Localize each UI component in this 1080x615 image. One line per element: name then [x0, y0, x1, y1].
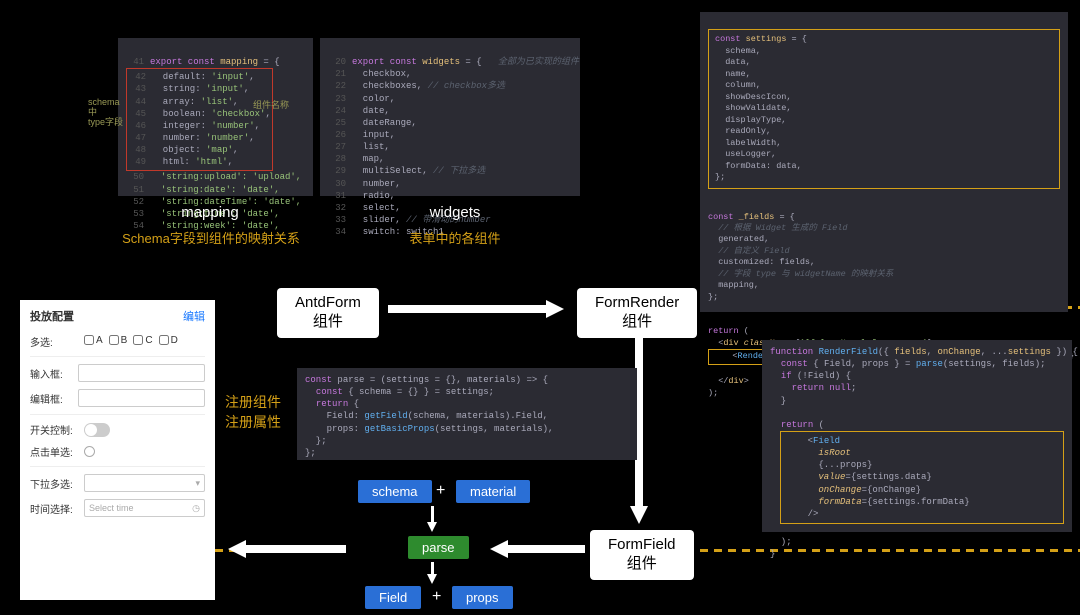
switch-toggle[interactable]	[84, 423, 110, 437]
arrow-parse-to-form	[228, 540, 343, 558]
node-formrender-sub: 组件	[595, 313, 679, 332]
time-input[interactable]: Select time◷	[84, 499, 205, 517]
code-renderfield: function RenderField({ fields, onChange,…	[762, 340, 1072, 532]
form-title: 投放配置	[30, 308, 74, 324]
row-switch: 开关控制:	[30, 422, 205, 437]
row-time: 时间选择: Select time◷	[30, 499, 205, 517]
code-settings: const settings = { schema, data, name, c…	[700, 12, 1068, 312]
caption-mapping-sub: Schema字段到组件的映射关系	[106, 228, 316, 247]
node-formfield-sub: 组件	[608, 555, 676, 574]
select-input[interactable]: ▾	[84, 474, 205, 492]
code-mapping: 41export const mapping = { 42 default: '…	[118, 38, 313, 196]
input-text[interactable]	[78, 364, 205, 382]
row-input: 输入框:	[30, 364, 205, 382]
editor-text[interactable]	[78, 389, 205, 407]
register-note-2: 注册属性	[225, 413, 281, 433]
chip-material: material	[456, 480, 530, 503]
row-editor: 编辑框:	[30, 389, 205, 407]
radio-input[interactable]	[84, 446, 95, 457]
clock-icon: ◷	[192, 503, 200, 514]
register-note-1: 注册组件	[225, 393, 281, 413]
chip-props: props	[452, 586, 513, 609]
code-parse: const parse = (settings = {}, materials)…	[297, 368, 637, 460]
map-left-label: schema中type字段	[88, 98, 124, 128]
plus-1: +	[436, 482, 445, 500]
arrow-formfield-to-parse	[490, 540, 585, 558]
plus-2: +	[432, 588, 441, 606]
caption-widgets: widgets	[395, 204, 515, 221]
arrow-antd-to-formrender	[388, 300, 568, 318]
checkbox-B[interactable]: B	[109, 335, 128, 346]
map-right-label: 组件名称	[253, 98, 289, 111]
chip-schema: schema	[358, 480, 432, 503]
checkbox-D[interactable]: D	[159, 335, 178, 346]
chip-field: Field	[365, 586, 421, 609]
form-edit-link[interactable]: 编辑	[183, 308, 205, 324]
node-formfield-title: FormField	[608, 536, 676, 555]
row-select: 下拉多选: ▾	[30, 474, 205, 492]
node-formrender: FormRender 组件	[577, 288, 697, 338]
row-multi: 多选: ABCD	[30, 334, 205, 349]
code-widgets: 20export const widgets = { 全部为已实现的组件 21 …	[320, 38, 580, 196]
node-antdform: AntdForm 组件	[277, 288, 379, 338]
checkbox-A[interactable]: A	[84, 335, 103, 346]
caption-mapping: mapping	[150, 204, 270, 221]
node-antdform-sub: 组件	[295, 313, 361, 332]
form-preview: 投放配置 编辑 多选: ABCD 输入框: 编辑框: 开关控制: 点击单选: 下…	[20, 300, 215, 600]
row-radio: 点击单选:	[30, 444, 205, 459]
register-note: 注册组件 注册属性	[225, 393, 281, 432]
node-antdform-title: AntdForm	[295, 294, 361, 313]
node-formrender-title: FormRender	[595, 294, 679, 313]
chip-parse: parse	[408, 536, 469, 559]
node-formfield: FormField 组件	[590, 530, 694, 580]
checkbox-C[interactable]: C	[133, 335, 152, 346]
caption-widgets-sub: 表单中的各组件	[390, 228, 520, 247]
